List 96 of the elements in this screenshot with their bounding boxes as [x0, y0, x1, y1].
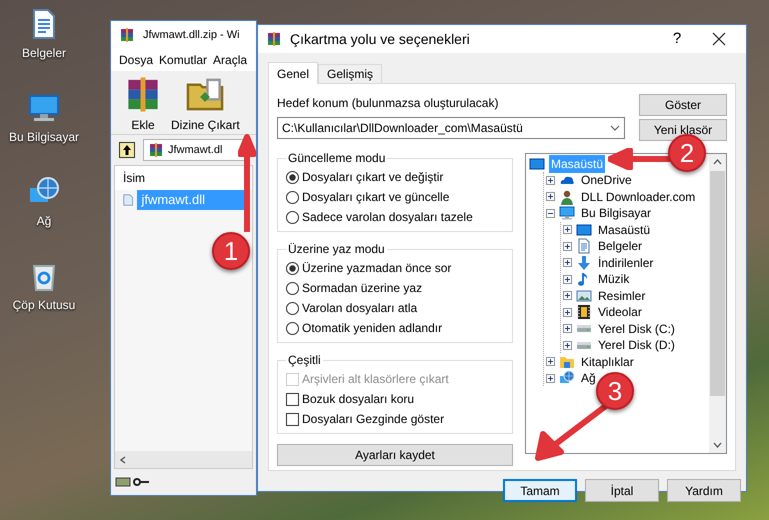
checkbox-label[interactable]: Bozuk dosyaları koru	[302, 390, 414, 408]
radio-button[interactable]	[286, 262, 299, 274]
tree-item[interactable]: Ağ	[579, 369, 598, 387]
desktop-icon-label[interactable]: Çöp Kutusu	[12, 296, 76, 314]
tree-item[interactable]: Belgeler	[596, 237, 644, 255]
monitor-icon	[576, 222, 592, 238]
drive-and-key-icon	[115, 476, 151, 488]
radio-button[interactable]	[286, 322, 299, 334]
radio-button[interactable]	[286, 302, 299, 314]
radio-button[interactable]	[286, 210, 299, 224]
help-button[interactable]: ?	[662, 28, 692, 50]
expand-icon[interactable]	[563, 225, 572, 234]
radio-label[interactable]: Otomatik yeniden adlandır	[302, 319, 442, 337]
radio-button[interactable]	[286, 282, 299, 294]
user-icon	[559, 188, 575, 204]
tree-item[interactable]: Müzik	[596, 270, 632, 288]
tab[interactable]: Gelişmiş	[318, 64, 382, 83]
radio-label[interactable]: Sadece varolan dosyaları tazele	[302, 208, 473, 226]
expand-icon[interactable]	[546, 176, 555, 184]
desktop-icon-label[interactable]: Belgeler	[22, 44, 66, 62]
chevron-down-icon[interactable]	[610, 125, 620, 131]
tree-item[interactable]: İndirilenler	[596, 254, 656, 272]
expand-icon[interactable]	[546, 357, 555, 366]
expand-icon[interactable]	[563, 274, 572, 284]
desktop-icon-label[interactable]: Ağ	[36, 212, 52, 230]
archive-books-icon	[148, 142, 164, 158]
download-arrow-icon	[576, 254, 592, 270]
expand-icon[interactable]	[563, 308, 572, 316]
scrollbar-thumb[interactable]	[710, 171, 725, 396]
tree-item[interactable]: Kitaplıklar	[579, 352, 636, 370]
column-header[interactable]: İsim	[123, 169, 145, 187]
expand-icon[interactable]	[546, 192, 555, 201]
radio-label[interactable]: Dosyaları çıkart ve güncelle	[302, 188, 450, 206]
close-icon[interactable]	[712, 32, 726, 46]
toolbar-button[interactable]: Ekle	[123, 75, 163, 134]
side-button[interactable]: Yeni klasör	[639, 119, 727, 141]
document-icon	[576, 238, 592, 254]
drive-icon	[576, 340, 592, 350]
dialog-button[interactable]: Yardım	[667, 479, 741, 502]
vertical-scrollbar[interactable]	[709, 154, 726, 453]
network-globe-icon	[559, 370, 575, 386]
archive-books-icon	[119, 27, 135, 43]
film-icon	[576, 304, 592, 320]
tree-item[interactable]: DLL Downloader.com	[579, 188, 698, 206]
group-title: Çeşitli	[287, 352, 322, 369]
picture-icon	[576, 288, 592, 304]
radio-label[interactable]: Sormadan üzerine yaz	[302, 279, 422, 297]
radio-label[interactable]: Varolan dosyaları atla	[302, 299, 418, 317]
computer-icon	[559, 205, 575, 221]
scroll-left-icon[interactable]	[119, 456, 127, 464]
collapse-icon[interactable]	[546, 208, 555, 218]
drive-icon	[576, 324, 592, 333]
destination-combo-box[interactable]: C:\Kullanıcılar\DllDownloader_com\Masaüstü	[277, 117, 625, 139]
menu-item[interactable]: Araçla	[213, 51, 248, 69]
group-title: Üzerine yaz modu	[287, 241, 386, 258]
field-label: Hedef konum (bulunmazsa oluşturulacak)	[277, 95, 500, 112]
desktop-icon-label[interactable]: Bu Bilgisayar	[8, 128, 80, 146]
menu-item[interactable]: Dosya	[119, 51, 154, 69]
window-title: Jfwmawt.dll.zip - Wi	[143, 28, 240, 43]
save-settings-button[interactable]: Ayarları kaydet	[277, 444, 513, 466]
tree-item[interactable]: Videolar	[596, 303, 644, 321]
tree-item[interactable]: Resimler	[596, 286, 648, 304]
expand-icon[interactable]	[563, 340, 572, 350]
side-button[interactable]: Göster	[639, 94, 727, 116]
scroll-up-icon[interactable]	[713, 159, 722, 165]
file-icon	[123, 192, 134, 208]
archive-books-icon	[266, 31, 282, 47]
radio-button[interactable]	[286, 170, 299, 184]
pointer-arrow	[608, 148, 672, 170]
toolbar-button[interactable]: Dizine Çıkart	[171, 75, 240, 134]
checkbox[interactable]	[286, 412, 299, 426]
tab[interactable]: Genel	[268, 62, 318, 84]
dialog-title: Çıkartma yolu ve seçenekleri	[290, 30, 471, 49]
radio-label[interactable]: Üzerine yazmadan önce sor	[302, 259, 452, 277]
expand-icon[interactable]	[563, 324, 572, 333]
expand-icon[interactable]	[546, 374, 555, 382]
tree-item[interactable]: OneDrive	[579, 171, 634, 189]
horizontal-scrollbar[interactable]	[115, 451, 252, 468]
expand-icon[interactable]	[563, 258, 572, 267]
monitor-icon	[529, 156, 545, 172]
radio-button[interactable]	[286, 190, 299, 204]
tree-item[interactable]: Masaüstü	[596, 220, 652, 238]
tree-item[interactable]: Yerel Disk (D:)	[596, 336, 677, 354]
checkbox-label[interactable]: Dosyaları Gezginde göster	[302, 410, 444, 428]
expand-icon[interactable]	[563, 242, 572, 250]
radio-label[interactable]: Dosyaları çıkart ve değiştir	[302, 168, 444, 186]
scroll-down-icon[interactable]	[713, 442, 722, 448]
dialog-button[interactable]: İptal	[585, 479, 659, 502]
expand-icon[interactable]	[563, 291, 572, 300]
tree-item[interactable]: Yerel Disk (C:)	[596, 320, 677, 338]
computer-icon	[28, 92, 60, 124]
tree-item[interactable]: Bu Bilgisayar	[579, 204, 654, 222]
group-title: Güncelleme modu	[287, 150, 386, 167]
dialog-button[interactable]: Tamam	[503, 479, 577, 502]
checkbox[interactable]	[286, 392, 299, 406]
menu-item[interactable]: Komutlar	[159, 51, 208, 69]
